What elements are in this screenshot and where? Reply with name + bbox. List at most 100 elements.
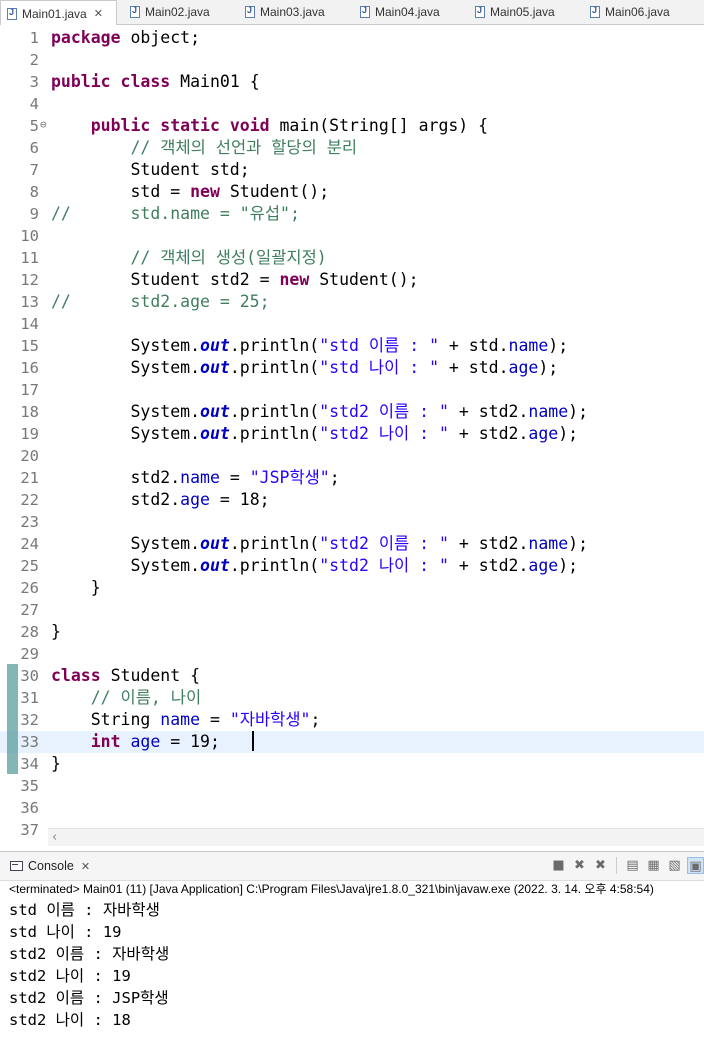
tab-main04[interactable]: Main04.java — [354, 0, 440, 24]
pin-console-icon[interactable]: ▣ — [687, 857, 704, 874]
word-wrap-icon[interactable]: ▧ — [666, 857, 683, 874]
code-line[interactable]: 14 — [0, 313, 704, 335]
code-token: = 19; — [160, 732, 220, 751]
code-token: Student { — [100, 666, 201, 685]
code-line[interactable]: 25 System.out.println("std2 나이 : " + std… — [0, 555, 704, 577]
line-number: 26 — [20, 579, 39, 597]
console-output[interactable]: std 이름 : 자바학생 std 나이 : 19 std2 이름 : 자바학생 st… — [9, 899, 169, 1031]
code-token: name — [528, 402, 569, 421]
code-token: Main01 { — [180, 72, 260, 91]
code-token: out — [200, 402, 230, 421]
tab-main02[interactable]: Main02.java — [124, 0, 210, 24]
code-line[interactable]: 16 System.out.println("std 나이 : " + std.… — [0, 357, 704, 379]
java-file-icon — [360, 5, 370, 18]
code-line[interactable]: 29 — [0, 643, 704, 665]
line-number: 33 — [20, 733, 39, 751]
line-number: 14 — [20, 315, 39, 333]
close-icon[interactable]: ✕ — [94, 7, 103, 20]
scroll-lock-icon[interactable]: ▦ — [645, 857, 662, 874]
code-token: name — [508, 336, 549, 355]
code-line[interactable]: 12 Student std2 = new Student(); — [0, 269, 704, 291]
code-line[interactable]: 20 — [0, 445, 704, 467]
code-line[interactable]: 7 Student std; — [0, 159, 704, 181]
code-text: System.out.println("std 나이 : " + std.age… — [51, 357, 558, 379]
code-token: String — [51, 710, 161, 729]
tab-label: Main04.java — [375, 5, 440, 19]
code-token: .println( — [229, 424, 320, 443]
code-token: std2. — [51, 468, 181, 487]
code-line[interactable]: 28} — [0, 621, 704, 643]
tab-main06[interactable]: Main06.java — [584, 0, 670, 24]
code-token: out — [200, 534, 230, 553]
code-line[interactable]: 3 public class Main01 { — [0, 71, 704, 93]
code-token: out — [200, 424, 230, 443]
code-line[interactable]: 11 // 객체의 생성(일괄지정) — [0, 247, 704, 269]
close-icon[interactable]: ✕ — [81, 860, 90, 873]
java-file-icon — [590, 5, 600, 18]
code-line[interactable]: 15 System.out.println("std 이름 : " + std.… — [0, 335, 704, 357]
code-line[interactable]: 23 — [0, 511, 704, 533]
code-line[interactable]: 4 — [0, 93, 704, 115]
line-number: 23 — [20, 513, 39, 531]
code-token: "std 나이 : " — [319, 358, 439, 377]
scroll-left-icon[interactable]: ‹ — [52, 829, 57, 846]
tab-main03[interactable]: Main03.java — [239, 0, 325, 24]
line-number: 12 — [20, 271, 39, 289]
code-line[interactable]: 1 package object; — [0, 27, 704, 49]
clear-console-icon[interactable]: ▤ — [624, 857, 641, 874]
code-token: Student(); — [219, 182, 330, 201]
code-line[interactable]: 31 // 이름, 나이 — [0, 687, 704, 709]
line-number: 32 — [20, 711, 39, 729]
code-token: = — [200, 710, 230, 729]
code-line[interactable]: 24 System.out.println("std2 이름 : " + std… — [0, 533, 704, 555]
code-token: out — [200, 336, 230, 355]
code-token: Student(); — [309, 270, 419, 289]
terminate-icon[interactable]: ■ — [550, 857, 567, 874]
code-line[interactable]: 17 — [0, 379, 704, 401]
code-token: } — [51, 754, 61, 773]
code-token: // std.name = "유섭"; — [51, 204, 300, 223]
code-line[interactable]: 9 // std.name = "유섭"; — [0, 203, 704, 225]
tab-main01[interactable]: Main01.java ✕ — [0, 0, 117, 26]
console-tab-bar: Console ✕ ■ ✖ ✖ ▤ ▦ ▧ ▣ — [0, 851, 704, 881]
toolbar-separator — [616, 857, 617, 874]
remove-launch-icon[interactable]: ✖ — [571, 857, 588, 874]
code-line[interactable]: 18 System.out.println("std2 이름 : " + std… — [0, 401, 704, 423]
code-token: out — [200, 556, 230, 575]
code-line[interactable]: 26 } — [0, 577, 704, 599]
code-line[interactable]: 21 std2.name = "JSP학생"; — [0, 467, 704, 489]
code-line[interactable]: 6 // 객체의 선언과 할당의 분리 — [0, 137, 704, 159]
code-token: + std2. — [448, 424, 529, 443]
code-token: // 객체의 생성(일괄지정) — [130, 248, 327, 267]
line-number: 28 — [20, 623, 39, 641]
horizontal-scrollbar[interactable]: ‹ — [48, 828, 704, 846]
code-line[interactable]: 36 — [0, 797, 704, 819]
code-line[interactable]: 13 // std2.age = 25; — [0, 291, 704, 313]
code-line[interactable]: 33 int age = 19; — [0, 731, 704, 753]
code-line[interactable]: 32 String name = "자바학생"; — [0, 709, 704, 731]
code-editor[interactable]: 1 package object; 2 3 public class Main01 {4… — [0, 25, 704, 848]
code-line[interactable]: 30 class Student { — [0, 665, 704, 687]
line-number: 1 — [29, 29, 39, 47]
tab-main05[interactable]: Main05.java — [469, 0, 555, 24]
code-token: = 18; — [209, 490, 270, 509]
code-line[interactable]: 8 std = new Student(); — [0, 181, 704, 203]
code-text: // std.name = "유섭"; — [51, 203, 300, 225]
code-line[interactable]: 19 System.out.println("std2 나이 : " + std… — [0, 423, 704, 445]
code-token: age — [130, 732, 161, 751]
code-line[interactable]: 34} — [0, 753, 704, 775]
remove-all-terminated-icon[interactable]: ✖ — [592, 857, 609, 874]
code-line[interactable]: 22 std2.age = 18; — [0, 489, 704, 511]
code-text: std = new Student(); — [51, 181, 329, 203]
code-line[interactable]: 10 — [0, 225, 704, 247]
code-line[interactable]: 27 — [0, 599, 704, 621]
fold-toggle-icon[interactable]: ⊖ — [40, 115, 47, 135]
code-text: String name = "자바학생"; — [51, 709, 321, 731]
tab-console[interactable]: Console ✕ — [0, 852, 90, 880]
code-line[interactable]: 35 — [0, 775, 704, 797]
code-line[interactable]: 5 ⊖ public static void main(String[] args… — [0, 115, 704, 137]
line-number: 13 — [20, 293, 39, 311]
code-line[interactable]: 2 — [0, 49, 704, 71]
